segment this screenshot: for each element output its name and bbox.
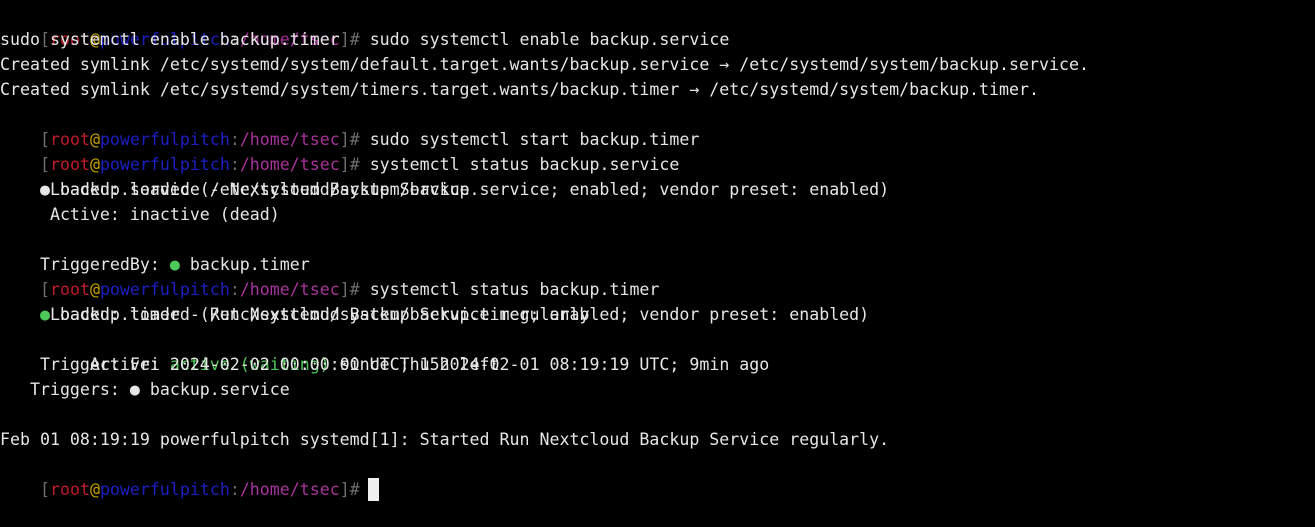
prompt-host: powerfulpitch xyxy=(99,130,230,149)
prompt-separator: : xyxy=(229,280,240,299)
prompt-separator: : xyxy=(229,155,240,174)
command-text: sudo systemctl enable backup.service xyxy=(359,30,730,49)
prompt-host: powerfulpitch xyxy=(99,280,230,299)
output-line: Active: active (waiting) since Thu 2024-… xyxy=(0,327,1315,374)
prompt-user: root xyxy=(49,130,90,149)
prompt-bracket-open: [ xyxy=(39,155,50,174)
prompt-separator: : xyxy=(229,130,240,149)
command-text: systemctl status backup.timer xyxy=(359,280,660,299)
output-line: Active: inactive (dead) xyxy=(0,205,280,224)
prompt-bracket-open: [ xyxy=(39,130,50,149)
prompt-user: root xyxy=(49,280,90,299)
prompt-at: @ xyxy=(89,280,100,299)
log-line: Feb 01 08:19:19 powerfulpitch systemd[1]… xyxy=(0,430,890,449)
output-line: Created symlink /etc/systemd/system/time… xyxy=(0,80,1039,99)
prompt-bracket-close: ]# xyxy=(339,280,360,299)
prompt-bracket-open: [ xyxy=(39,480,50,499)
prompt-at: @ xyxy=(89,480,100,499)
output-line: Loaded: loaded (/etc/systemd/system/back… xyxy=(0,305,870,324)
prompt-user: root xyxy=(49,480,90,499)
triggered-by-unit: backup.timer xyxy=(179,255,310,274)
prompt-bracket-close: ]# xyxy=(339,30,360,49)
output-line: Triggers: ● backup.service xyxy=(0,380,290,399)
output-line: Created symlink /etc/systemd/system/defa… xyxy=(0,55,1089,74)
triggered-by-label: TriggeredBy: xyxy=(39,255,170,274)
prompt-separator: : xyxy=(229,480,240,499)
shell-prompt: [root@powerfulpitch:/home/tsec]# xyxy=(40,280,360,299)
output-line: Loaded: loaded (/etc/systemd/system/back… xyxy=(0,180,890,199)
prompt-host: powerfulpitch xyxy=(99,155,230,174)
prompt-bracket-open: [ xyxy=(39,280,50,299)
shell-prompt: [root@powerfulpitch:/home/tsec]# xyxy=(40,155,360,174)
prompt-path: /home/tsec xyxy=(239,280,340,299)
status-dot-icon: ● xyxy=(169,255,180,274)
prompt-host: powerfulpitch xyxy=(99,480,230,499)
prompt-at: @ xyxy=(89,155,100,174)
command-text: sudo systemctl start backup.timer xyxy=(359,130,700,149)
text-cursor[interactable] xyxy=(367,478,379,501)
command-text: systemctl status backup.service xyxy=(359,155,680,174)
output-line: TriggeredBy: ● backup.timer xyxy=(0,227,1315,274)
shell-prompt: [root@powerfulpitch:/home/tsec]# xyxy=(40,130,360,149)
terminal-line: [root@powerfulpitch:/home/tsec]# sudo sy… xyxy=(0,2,1315,49)
prompt-bracket-close: ]# xyxy=(339,130,360,149)
terminal-line: [root@powerfulpitch:/home/tsec]# sudo sy… xyxy=(0,102,1315,149)
shell-prompt: [root@powerfulpitch:/home/tsec]# xyxy=(40,480,360,499)
prompt-bracket-close: ]# xyxy=(339,155,360,174)
terminal-window[interactable]: [root@powerfulpitch:/home/tsec]# sudo sy… xyxy=(0,0,1315,501)
prompt-path: /home/tsec xyxy=(239,480,340,499)
terminal-line: [root@powerfulpitch:/home/tsec]# xyxy=(0,452,1315,501)
prompt-at: @ xyxy=(89,130,100,149)
prompt-user: root xyxy=(49,155,90,174)
prompt-bracket-close: ]# xyxy=(339,480,360,499)
prompt-path: /home/tsec xyxy=(239,130,340,149)
prompt-path: /home/tsec xyxy=(239,155,340,174)
